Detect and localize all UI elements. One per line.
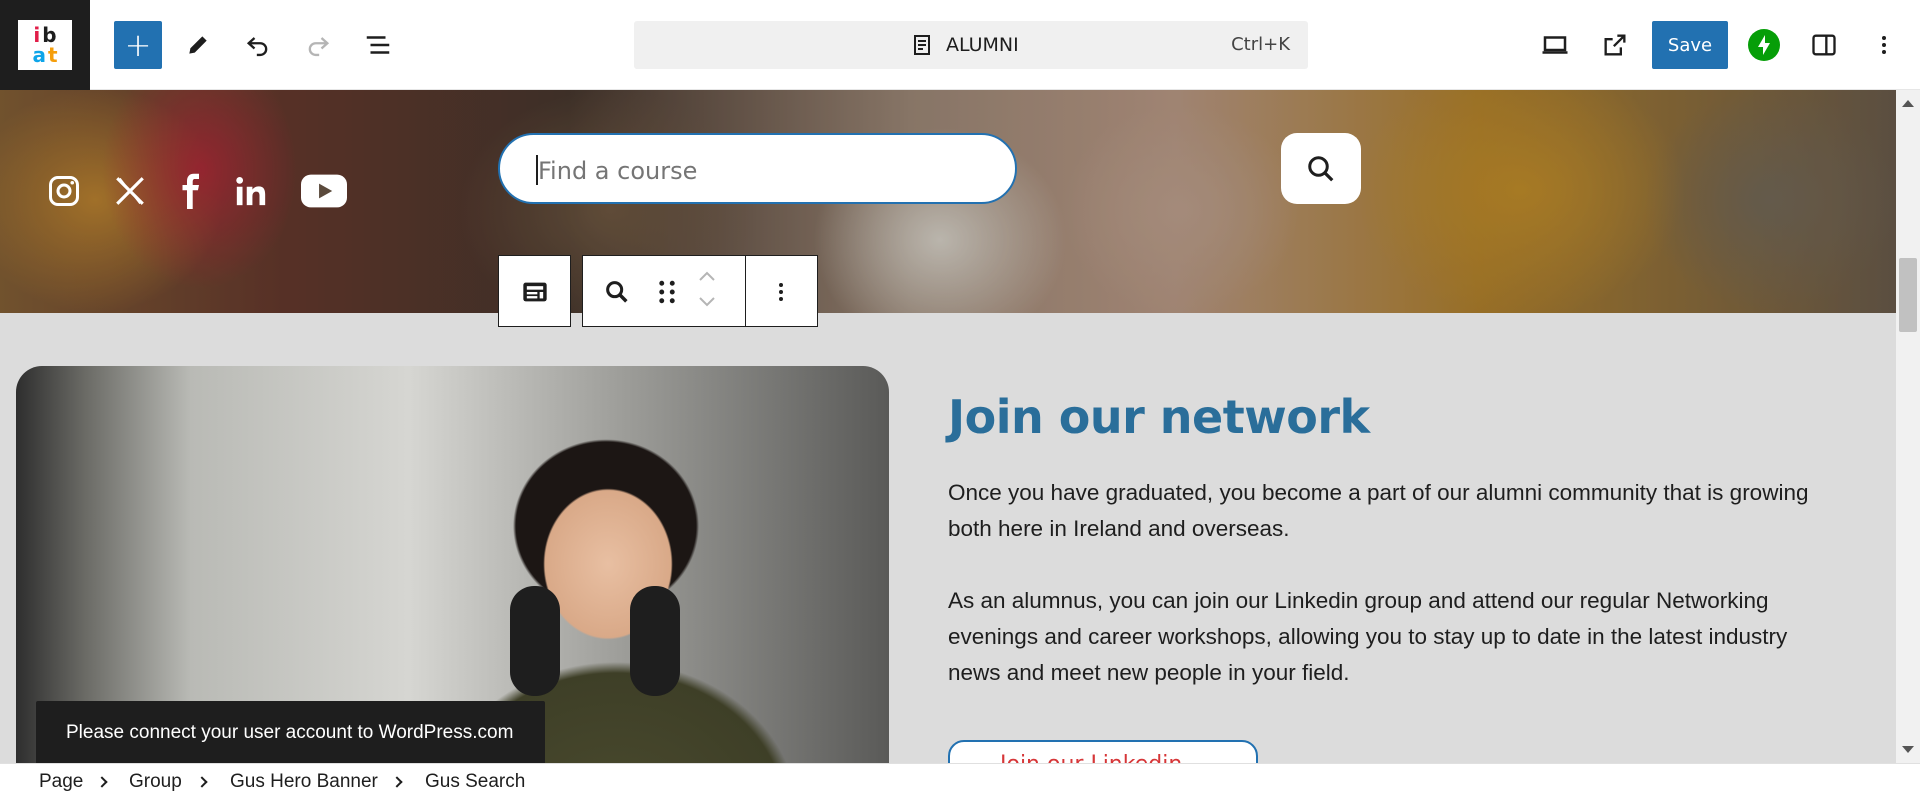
facebook-icon[interactable] [170,171,210,211]
external-link-icon [1604,34,1626,56]
toolbar-divider [745,256,746,326]
block-options-button[interactable] [769,278,797,306]
logo-letter: t [47,43,58,67]
section-heading[interactable]: Join our network [948,390,1370,444]
move-up-button[interactable] [695,268,723,288]
logo-letter: a [32,43,46,67]
jetpack-icon[interactable] [1748,29,1780,61]
text-caret [536,155,538,185]
headphone-shape [630,586,680,696]
settings-sidebar-button[interactable] [1800,21,1848,69]
keyboard-shortcut: Ctrl+K [1231,34,1290,55]
document-overview-button[interactable] [354,21,402,69]
search-icon [606,281,628,303]
scroll-up-arrow-icon[interactable] [1902,100,1914,107]
block-type-icon [523,282,547,302]
options-button[interactable] [1860,21,1908,69]
drag-handle-icon [659,280,675,304]
undo-button[interactable] [234,21,282,69]
tools-button[interactable] [174,21,222,69]
chevron-down-icon [699,297,715,307]
sidebar-icon [1812,34,1836,56]
linkedin-cta-button[interactable]: Join our Linkedin [948,740,1258,763]
desktop-icon [1542,36,1568,54]
page-icon [914,35,930,55]
breadcrumb-item[interactable]: Group [129,771,182,793]
breadcrumb-item[interactable]: Gus Hero Banner [230,771,378,793]
undo-icon [246,37,268,57]
scroll-down-arrow-icon[interactable] [1902,746,1914,753]
command-palette-bar[interactable]: ALUMNI Ctrl+K [634,21,1308,69]
paragraph[interactable]: As an alumnus, you can join our Linkedin… [948,583,1838,691]
move-down-button[interactable] [695,294,723,314]
breadcrumb-item[interactable]: Page [39,771,83,793]
breadcrumb-item[interactable]: Gus Search [425,771,525,793]
chevron-up-icon [699,271,715,281]
logo-letter: b [42,23,57,47]
search-button[interactable] [1281,133,1361,204]
more-vertical-icon [779,283,783,301]
chevron-right-icon [96,776,108,788]
view-page-button[interactable] [1591,21,1639,69]
x-icon[interactable] [110,171,150,211]
cta-label: Join our Linkedin [1000,752,1182,763]
notice-snackbar[interactable]: Please connect your user account to Word… [36,701,545,763]
preview-button[interactable] [1531,21,1579,69]
search-block-button[interactable] [603,278,633,308]
drag-handle[interactable] [655,278,681,306]
pencil-icon [189,36,207,54]
block-toolbar [582,255,818,327]
youtube-icon[interactable] [300,171,348,211]
chevron-right-icon [196,776,208,788]
block-transform-button[interactable] [498,255,571,327]
more-vertical-icon [1882,36,1886,54]
document-title: ALUMNI [946,34,1019,56]
logo-letter: i [33,23,41,47]
linkedin-icon[interactable] [229,171,273,211]
redo-icon [308,37,330,57]
headphone-shape [510,586,560,696]
search-icon [1308,155,1334,181]
add-block-button[interactable]: + [114,21,162,69]
editor-canvas[interactable]: Find a course Join our network Once you … [0,90,1896,763]
save-button[interactable]: Save [1652,21,1728,69]
site-logo[interactable]: i b a t [0,0,90,90]
plus-icon: + [124,26,152,64]
list-view-icon [366,36,390,54]
logo-mark: i b a t [18,20,72,70]
block-breadcrumb: Page Group Gus Hero Banner Gus Search [0,763,1920,800]
course-search-input[interactable]: Find a course [498,133,1017,204]
scrollbar-thumb[interactable] [1899,258,1917,332]
canvas-scrollbar[interactable] [1896,90,1920,763]
redo-button[interactable] [294,21,342,69]
instagram-icon[interactable] [44,171,84,211]
search-placeholder: Find a course [538,157,698,185]
paragraph[interactable]: Once you have graduated, you become a pa… [948,475,1838,547]
editor-toolbar: i b a t + ALUMNI Ctrl+K Save [0,0,1920,90]
chevron-right-icon [391,776,403,788]
